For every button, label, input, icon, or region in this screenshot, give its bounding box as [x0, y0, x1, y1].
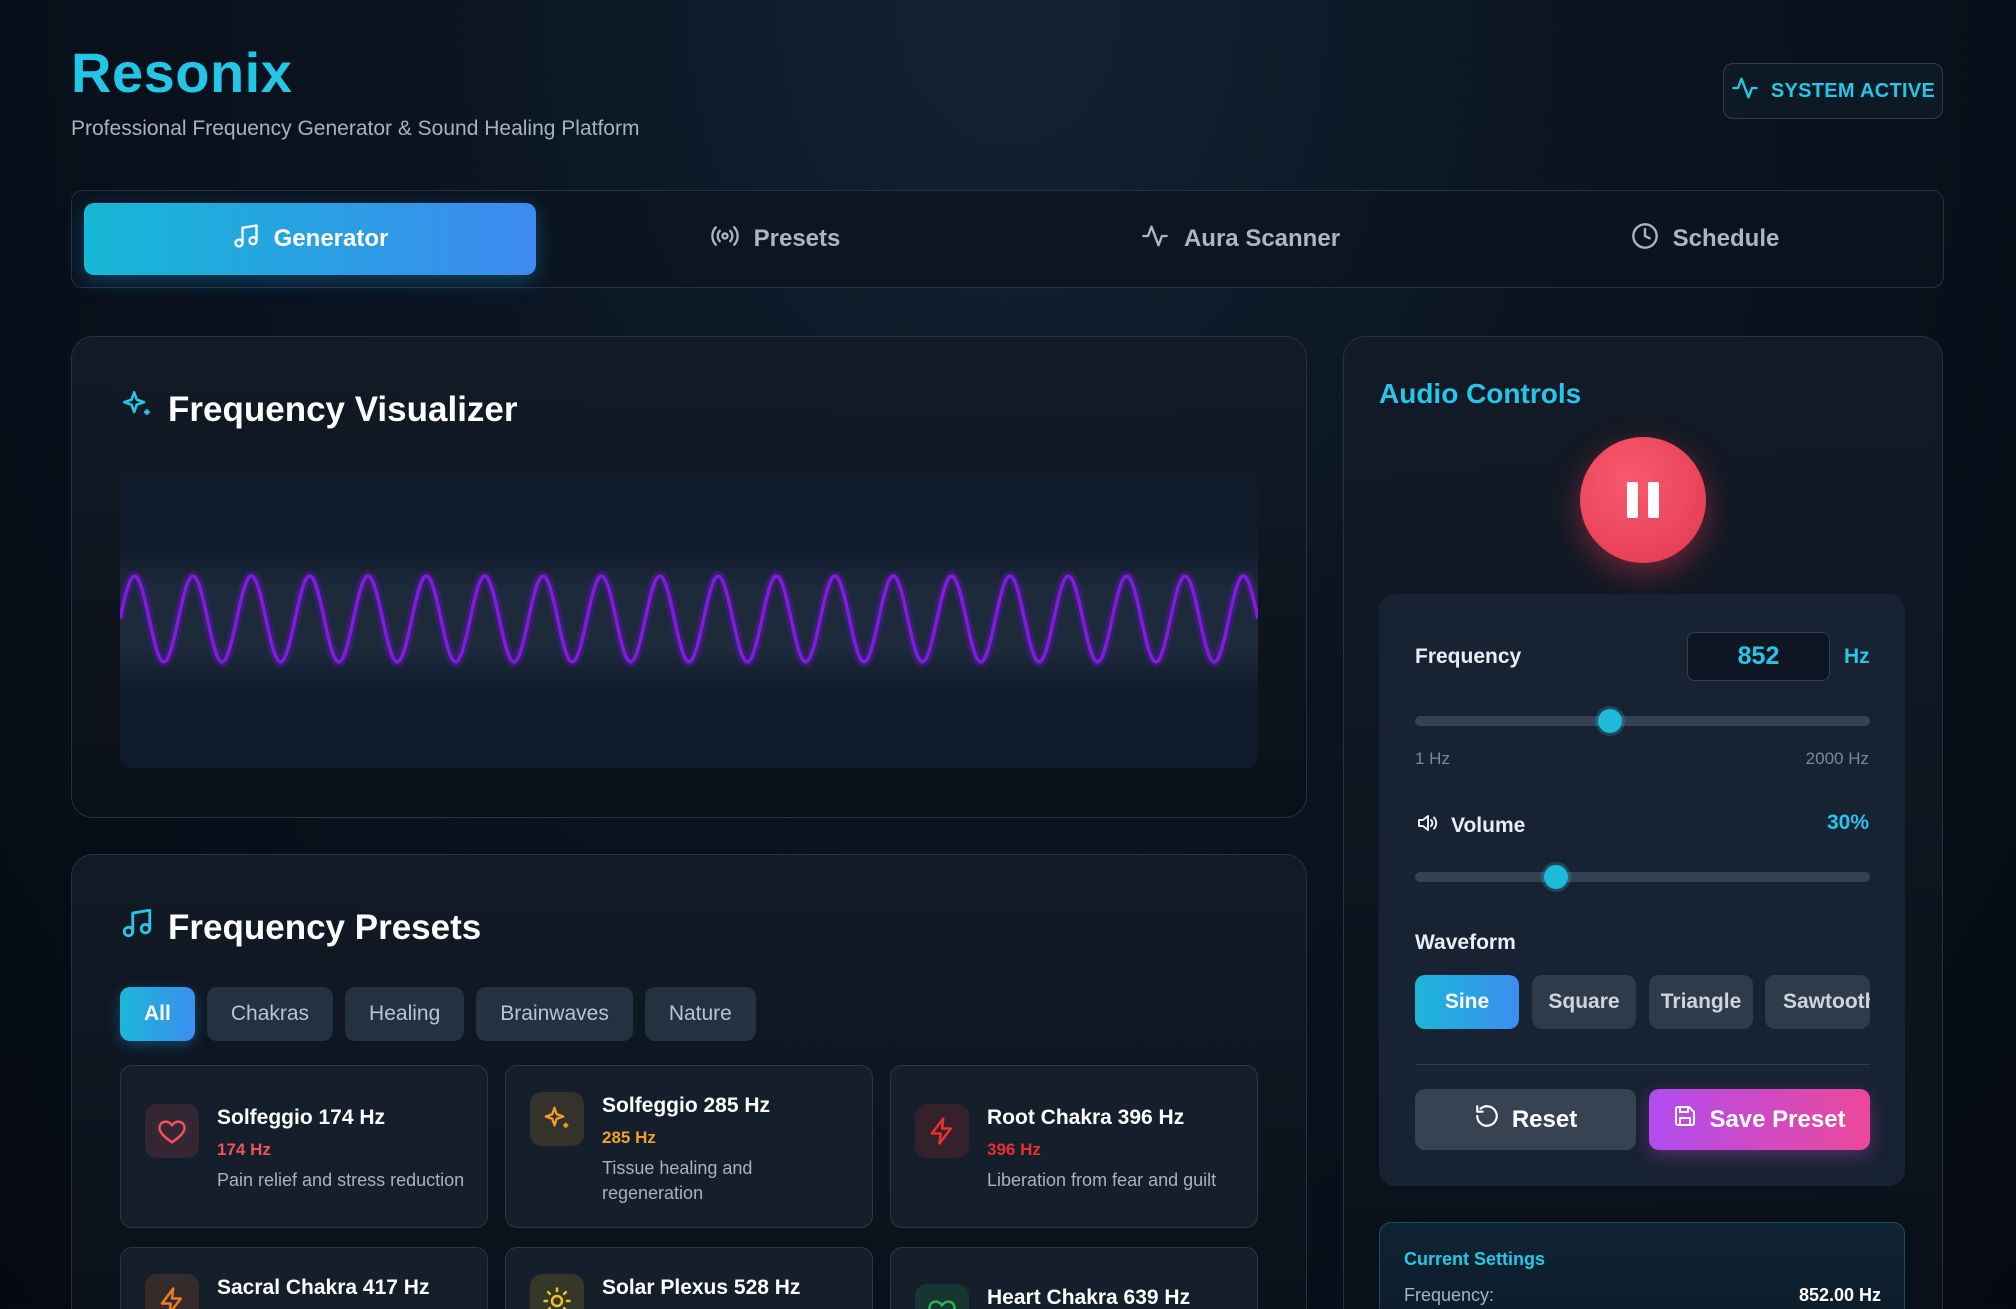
lightning-icon [145, 1274, 199, 1309]
radio-broadcast-icon [710, 222, 740, 257]
frequency-input[interactable]: 852 [1687, 632, 1830, 681]
filter-chakras[interactable]: Chakras [206, 987, 334, 1041]
tab-aura-scanner-label: Aura Scanner [1183, 225, 1341, 252]
frequency-unit: Hz [1844, 645, 1870, 668]
waveform-canvas [120, 469, 1258, 768]
music-note-icon [232, 222, 260, 257]
preset-name: Heart Chakra 639 Hz [987, 1286, 1191, 1309]
filter-healing[interactable]: Healing [345, 987, 465, 1041]
reset-label: Reset [1511, 1105, 1578, 1133]
waveform-triangle-button[interactable]: Triangle [1649, 975, 1753, 1029]
sparkles-icon [120, 388, 154, 431]
preset-name: Root Chakra 396 Hz [987, 1106, 1185, 1129]
preset-card-heart-chakra-639[interactable]: Heart Chakra 639 Hz [890, 1247, 1258, 1309]
divider [1415, 1064, 1870, 1065]
preset-card-solar-plexus-528[interactable]: Solar Plexus 528 Hz [505, 1247, 873, 1309]
preset-description: Tissue healing and regeneration [602, 1158, 753, 1203]
activity-pulse-icon [1731, 74, 1759, 108]
preset-name: Sacral Chakra 417 Hz [217, 1276, 430, 1299]
save-preset-button[interactable]: Save Preset [1649, 1089, 1870, 1150]
preset-frequency: 174 Hz [217, 1140, 271, 1159]
tab-aura-scanner[interactable]: Aura Scanner [1014, 203, 1466, 275]
waveform-square-button[interactable]: Square [1532, 975, 1636, 1029]
heart-icon [145, 1104, 199, 1158]
pause-button[interactable] [1580, 437, 1706, 563]
preset-filter-bar: All Chakras Healing Brainwaves Nature [120, 987, 756, 1041]
volume-value: 30% [1826, 811, 1869, 834]
music-note-icon [120, 906, 154, 949]
pause-icon [1627, 482, 1638, 518]
frequency-label: Frequency [1415, 645, 1522, 668]
visualizer-title: Frequency Visualizer [168, 389, 518, 429]
volume-slider[interactable] [1415, 865, 1870, 889]
volume-label: Volume [1451, 813, 1526, 837]
system-status-badge: SYSTEM ACTIVE [1723, 63, 1943, 119]
presets-heading: Frequency Presets [120, 906, 481, 949]
frequency-slider[interactable] [1415, 709, 1870, 733]
volume-heading: Volume [1415, 811, 1525, 840]
waveform-sine-button[interactable]: Sine [1415, 975, 1519, 1029]
system-status-label: SYSTEM ACTIVE [1770, 79, 1936, 102]
speaker-icon [1415, 811, 1439, 840]
preset-name: Solar Plexus 528 Hz [602, 1276, 801, 1299]
sparkles-icon [530, 1092, 584, 1146]
visualizer-heading: Frequency Visualizer [120, 388, 518, 431]
waveform-sawtooth-button[interactable]: Sawtooth [1765, 975, 1870, 1029]
tab-generator[interactable]: Generator [84, 203, 536, 275]
filter-brainwaves[interactable]: Brainwaves [476, 987, 633, 1041]
filter-nature[interactable]: Nature [644, 987, 756, 1041]
waveform-label: Waveform [1415, 931, 1516, 954]
reset-button[interactable]: Reset [1415, 1089, 1636, 1150]
save-preset-label: Save Preset [1709, 1105, 1846, 1133]
preset-description: Pain relief and stress reduction [217, 1170, 465, 1190]
tab-presets-label: Presets [753, 225, 841, 252]
lightning-icon [915, 1104, 969, 1158]
save-icon [1673, 1104, 1697, 1135]
preset-card-solfeggio-285[interactable]: Solfeggio 285 Hz 285 Hz Tissue healing a… [505, 1065, 873, 1228]
preset-card-root-chakra-396[interactable]: Root Chakra 396 Hz 396 Hz Liberation fro… [890, 1065, 1258, 1228]
preset-name: Solfeggio 285 Hz [602, 1094, 771, 1117]
sine-wave-graphic [120, 570, 1258, 668]
main-tab-bar: Generator Presets Aura Scanner Schedule [71, 190, 1944, 288]
preset-frequency: 285 Hz [602, 1128, 656, 1147]
preset-card-sacral-chakra-417[interactable]: Sacral Chakra 417 Hz [120, 1247, 488, 1309]
frequency-min-label: 1 Hz [1415, 749, 1450, 768]
filter-all[interactable]: All [120, 987, 195, 1041]
audio-controls-title: Audio Controls [1379, 378, 1582, 409]
heart-icon [915, 1284, 969, 1309]
tab-generator-label: Generator [273, 225, 389, 252]
current-settings-title: Current Settings [1404, 1249, 1546, 1269]
frequency-max-label: 2000 Hz [1805, 749, 1869, 768]
preset-name: Solfeggio 174 Hz [217, 1106, 386, 1129]
rotate-ccw-icon [1474, 1103, 1500, 1136]
preset-card-solfeggio-174[interactable]: Solfeggio 174 Hz 174 Hz Pain relief and … [120, 1065, 488, 1228]
tab-schedule-label: Schedule [1672, 225, 1780, 252]
presets-title: Frequency Presets [168, 907, 482, 947]
activity-pulse-icon [1140, 222, 1170, 257]
current-frequency-label: Frequency: [1404, 1285, 1495, 1305]
app-title: Resonix [71, 41, 293, 104]
clock-icon [1631, 222, 1659, 257]
preset-description: Liberation from fear and guilt [987, 1170, 1217, 1190]
current-frequency-value: 852.00 Hz [1798, 1285, 1881, 1305]
sun-icon [530, 1274, 584, 1309]
tab-schedule[interactable]: Schedule [1479, 203, 1931, 275]
app-subtitle: Professional Frequency Generator & Sound… [71, 117, 640, 140]
preset-frequency: 396 Hz [987, 1140, 1041, 1159]
tab-presets[interactable]: Presets [549, 203, 1001, 275]
